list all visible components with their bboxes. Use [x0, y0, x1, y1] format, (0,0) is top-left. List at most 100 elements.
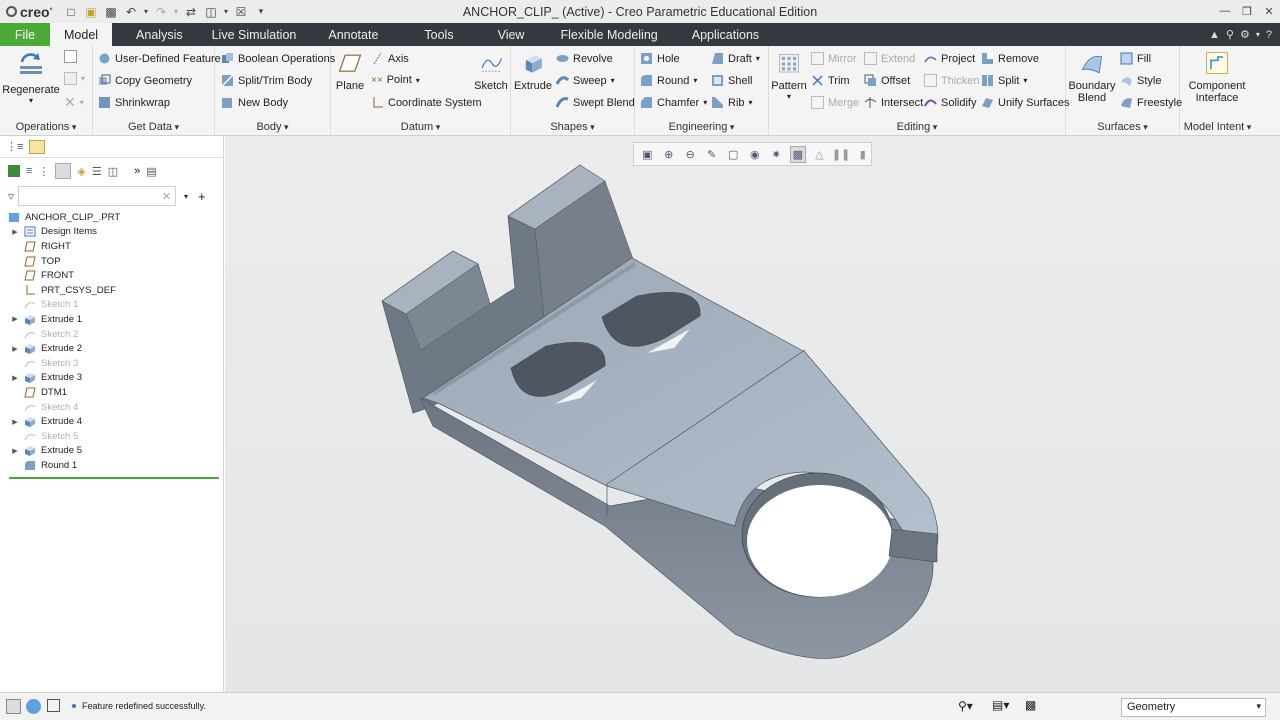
expand-arrow-icon[interactable]: ▶	[10, 447, 20, 455]
close-window-icon[interactable]: ☒	[232, 4, 250, 20]
tree-item-sketch-3[interactable]: Sketch 3	[0, 356, 224, 371]
body-icon[interactable]	[8, 165, 20, 177]
shrinkwrap-button[interactable]: Shrinkwrap	[98, 96, 170, 109]
datum-group-label[interactable]: Datum	[331, 121, 510, 133]
part-model[interactable]	[225, 136, 1280, 692]
split-button[interactable]: Split ▾	[981, 74, 1027, 87]
expand-arrow-icon[interactable]: ▶	[10, 228, 20, 236]
copy-icon[interactable]	[64, 50, 77, 63]
folder-browser-tab-icon[interactable]	[29, 139, 46, 154]
regenerate-icon[interactable]: ⇄	[182, 4, 200, 20]
intersect-button[interactable]: Intersect	[864, 96, 923, 109]
shell-button[interactable]: Shell	[711, 74, 752, 87]
tab-file[interactable]: File	[0, 23, 50, 46]
solidify-button[interactable]: Solidify	[924, 96, 976, 109]
filter-icon[interactable]: ▿	[8, 189, 14, 203]
tree-item-round-1[interactable]: Round 1	[0, 458, 224, 473]
remove-button[interactable]: Remove	[981, 52, 1039, 65]
layers-icon[interactable]: ◈	[77, 165, 85, 178]
clear-search-icon[interactable]: ✕	[162, 190, 174, 203]
delete-icon[interactable]: ✕ ▾	[64, 94, 84, 111]
help-icon[interactable]: ?	[1266, 29, 1272, 41]
restore-button[interactable]: ❐	[1236, 0, 1258, 22]
model-tree-tab-icon[interactable]: ⋮≡	[6, 140, 23, 153]
axis-button[interactable]: Axis	[371, 52, 409, 65]
get-data-group-label[interactable]: Get Data	[93, 121, 214, 133]
fullscreen-toggle-icon[interactable]	[47, 699, 60, 712]
round-button[interactable]: Round ▾	[640, 74, 697, 87]
undo-icon[interactable]: ↶	[122, 4, 140, 20]
draft-button[interactable]: Draft ▾	[711, 52, 760, 65]
customize-qat-icon[interactable]: ▾	[252, 4, 270, 20]
expand-arrow-icon[interactable]: ▶	[10, 374, 20, 382]
tree-item-extrude-1[interactable]: ▶ Extrude 1	[0, 312, 224, 327]
settings-dropdown-icon[interactable]: ▾	[1256, 30, 1260, 39]
smart-select-icon[interactable]: ▩	[1025, 698, 1036, 712]
offset-button[interactable]: Offset	[864, 74, 910, 87]
tree-item-sketch-1[interactable]: Sketch 1	[0, 298, 224, 313]
expand-arrow-icon[interactable]: ▶	[10, 345, 20, 353]
trim-button[interactable]: Trim	[811, 74, 850, 87]
extrude-button[interactable]: Extrude	[514, 52, 552, 92]
tab-tools[interactable]: Tools	[400, 23, 477, 46]
boolean-operations-button[interactable]: Boolean Operations	[221, 52, 335, 65]
tab-analysis[interactable]: Analysis	[112, 23, 198, 46]
show-tree-icon[interactable]	[55, 163, 72, 179]
open-folder-icon[interactable]: ▣	[82, 4, 100, 20]
revolve-button[interactable]: Revolve	[556, 52, 613, 65]
redo-dropdown-icon[interactable]: ▾	[172, 4, 180, 20]
tab-model[interactable]: Model	[50, 23, 113, 46]
fill-button[interactable]: Fill	[1120, 52, 1151, 65]
search-icon[interactable]: ⚲	[1226, 28, 1234, 41]
copy-geometry-button[interactable]: Copy Geometry	[98, 74, 192, 87]
selection-filter-select[interactable]: Geometry	[1121, 698, 1266, 717]
chamfer-button[interactable]: Chamfer ▾	[640, 96, 707, 109]
operations-group-label[interactable]: Operations	[0, 121, 92, 133]
save-icon[interactable]: ▩	[102, 4, 120, 20]
expand-arrow-icon[interactable]: ▶	[10, 418, 20, 426]
tree-item-front[interactable]: FRONT	[0, 268, 224, 283]
tree-item-sketch-2[interactable]: Sketch 2	[0, 327, 224, 342]
new-body-button[interactable]: * New Body	[221, 96, 288, 109]
mirror-button[interactable]: Mirror	[811, 52, 857, 65]
style-button[interactable]: Style	[1120, 74, 1161, 87]
windows-icon[interactable]: ◫	[202, 4, 220, 20]
find-icon[interactable]: ⚲▾	[958, 699, 973, 713]
tree-root[interactable]: ANCHOR_CLIP_.PRT	[0, 210, 224, 225]
tab-live-simulation[interactable]: Live Simulation	[198, 23, 311, 46]
user-defined-feature-button[interactable]: User-Defined Feature	[98, 52, 221, 65]
thicken-button[interactable]: Thicken	[924, 74, 980, 87]
engineering-group-label[interactable]: Engineering	[635, 121, 768, 133]
editing-group-label[interactable]: Editing	[769, 121, 1065, 133]
suppressed-items-icon[interactable]: ◫	[108, 165, 118, 178]
undo-dropdown-icon[interactable]: ▾	[142, 4, 150, 20]
surfaces-group-label[interactable]: Surfaces	[1066, 121, 1179, 133]
tree-search-input[interactable]	[18, 186, 177, 206]
hole-button[interactable]: Hole	[640, 52, 680, 65]
pattern-button[interactable]: Pattern ▾	[771, 52, 807, 101]
freestyle-button[interactable]: Freestyle	[1120, 96, 1182, 109]
windows-dropdown-icon[interactable]: ▾	[222, 4, 230, 20]
tree-item-sketch-4[interactable]: Sketch 4	[0, 400, 224, 415]
minimize-button[interactable]: —	[1214, 0, 1236, 22]
close-button[interactable]: ✕	[1258, 0, 1280, 22]
extend-button[interactable]: Extend	[864, 52, 915, 65]
tab-applications[interactable]: Applications	[678, 23, 773, 46]
new-file-icon[interactable]: □	[62, 4, 80, 20]
tree-settings-icon[interactable]: ☰	[92, 165, 102, 178]
insert-here-line[interactable]	[9, 476, 219, 479]
project-button[interactable]: Project	[924, 52, 975, 65]
graphics-window[interactable]: ▣ ⊕ ⊖ ✎ ▢ ◉ ✷ ▩ △ ❚❚ ▮	[225, 136, 1280, 692]
show-tree-toggle-icon[interactable]	[6, 699, 21, 714]
tree-item-extrude-3[interactable]: ▶ Extrude 3	[0, 371, 224, 386]
shapes-group-label[interactable]: Shapes	[511, 121, 634, 133]
add-icon[interactable]: +	[198, 189, 206, 204]
tree-item-extrude-4[interactable]: ▶ Extrude 4	[0, 414, 224, 429]
tree-filter-settings-icon[interactable]: ⋮	[38, 165, 49, 178]
coordinate-system-button[interactable]: Coordinate System	[371, 96, 482, 109]
split-trim-body-button[interactable]: Split/Trim Body	[221, 74, 312, 87]
tab-view[interactable]: View	[478, 23, 545, 46]
tab-annotate[interactable]: Annotate	[310, 23, 400, 46]
more-icon[interactable]: »	[134, 165, 140, 177]
collapse-ribbon-icon[interactable]: ▲	[1209, 29, 1220, 41]
